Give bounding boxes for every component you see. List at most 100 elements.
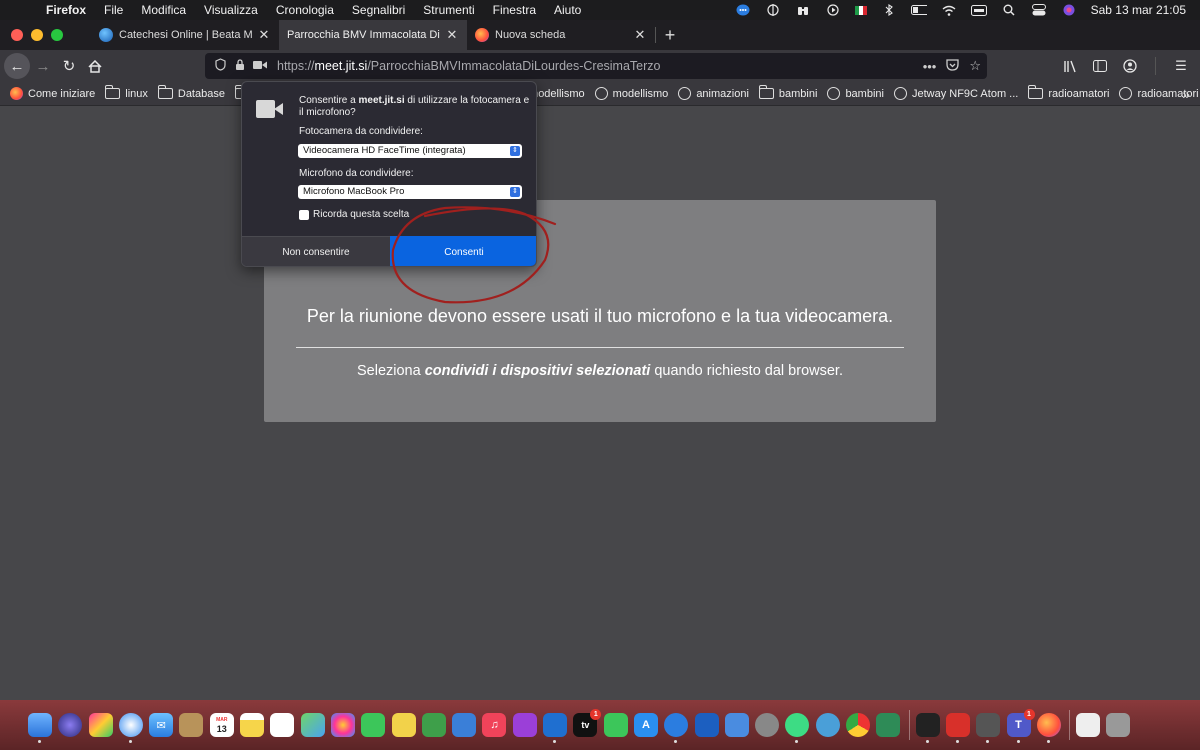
document-stack-icon[interactable] — [1076, 713, 1101, 737]
elephant-app-icon[interactable] — [815, 713, 840, 737]
wifi-icon[interactable] — [941, 4, 957, 16]
url-bar[interactable]: https://meet.jit.si/ParrocchiaBMVImmacol… — [205, 53, 987, 79]
tab-catechesi[interactable]: Catechesi Online | Beata Maria ✕ — [91, 20, 279, 50]
remember-checkbox[interactable] — [299, 209, 309, 220]
camera-permission-icon[interactable] — [251, 59, 269, 73]
menu-strumenti[interactable]: Strumenti — [423, 3, 474, 17]
camera-select[interactable]: Videocamera HD FaceTime (integrata) ⇕ — [298, 144, 522, 158]
siri-icon[interactable] — [58, 713, 83, 737]
menu-aiuto[interactable]: Aiuto — [554, 3, 581, 17]
menu-modifica[interactable]: Modifica — [141, 3, 186, 17]
bookmark-come-iniziare[interactable]: Come iniziare — [10, 87, 95, 100]
firefox-icon[interactable] — [1036, 713, 1061, 743]
back-button[interactable]: ← — [4, 53, 30, 79]
tunnel-app-icon[interactable] — [694, 713, 719, 737]
tab-close-icon[interactable]: ✕ — [445, 27, 459, 43]
maps-icon[interactable] — [300, 713, 325, 737]
tab-parrocchia[interactable]: Parrocchia BMV Immacolata Di ✕ — [279, 20, 467, 50]
bookmark-modellismo[interactable]: modellismo — [594, 87, 668, 100]
spotlight-search-icon[interactable] — [1001, 4, 1017, 16]
bookmark-animazioni[interactable]: animazioni — [678, 87, 749, 100]
menubar-datetime[interactable]: Sab 13 mar 21:05 — [1091, 3, 1186, 17]
numbers-icon[interactable] — [421, 713, 446, 737]
trash-icon[interactable] — [1106, 713, 1131, 737]
home-button[interactable] — [82, 53, 108, 79]
bookmark-folder-linux[interactable]: linux — [105, 85, 148, 100]
terminal-icon[interactable] — [915, 713, 940, 743]
bookmark-folder-radioamatori[interactable]: radioamatori — [1028, 85, 1109, 100]
podcasts-icon[interactable] — [512, 713, 537, 737]
bookmark-jetway[interactable]: Jetway NF9C Atom ... — [893, 87, 1018, 100]
menu-cronologia[interactable]: Cronologia — [276, 3, 334, 17]
tab-nuova-scheda[interactable]: Nuova scheda ✕ — [467, 20, 655, 50]
bookmark-bambini[interactable]: bambini — [827, 87, 884, 100]
italian-flag-icon[interactable] — [854, 5, 867, 15]
mail-icon[interactable]: ✉ — [149, 713, 174, 737]
teams-icon[interactable]: T1 — [1006, 709, 1035, 743]
android-studio-icon[interactable] — [785, 713, 810, 743]
reminders-icon[interactable] — [270, 713, 295, 737]
zoom-window-button[interactable] — [51, 29, 63, 41]
bookmarks-overflow-chevron-icon[interactable]: » — [1182, 86, 1190, 102]
microphone-select[interactable]: Microfono MacBook Pro ⇕ — [298, 185, 522, 199]
messages-icon[interactable] — [603, 713, 628, 737]
calendar-icon[interactable]: MAR 13 — [209, 713, 234, 737]
menu-visualizza[interactable]: Visualizza — [204, 3, 258, 17]
minimize-window-button[interactable] — [31, 29, 43, 41]
url-prefix: https:// — [277, 59, 315, 73]
calculator-icon[interactable] — [976, 713, 1001, 743]
facetime-icon[interactable] — [361, 713, 386, 737]
toolbar-right: ☰ — [1059, 50, 1200, 82]
bookmark-folder-database[interactable]: Database — [157, 85, 225, 100]
menu-file[interactable]: File — [104, 3, 123, 17]
acrobat-icon[interactable] — [945, 713, 970, 743]
tab-close-icon[interactable]: ✕ — [633, 27, 647, 43]
finder-icon[interactable] — [28, 713, 52, 743]
tab-close-icon[interactable]: ✕ — [257, 27, 271, 43]
menu-segnalibri[interactable]: Segnalibri — [352, 3, 405, 17]
apple-tv-icon[interactable]: tv 1 — [573, 709, 602, 737]
keynote-icon[interactable] — [452, 713, 477, 737]
vpn-status-icon[interactable] — [765, 4, 781, 16]
hamburger-menu-icon[interactable]: ☰ — [1170, 53, 1192, 79]
vscode-icon[interactable] — [543, 713, 568, 743]
contacts-icon[interactable] — [179, 713, 204, 737]
deny-button[interactable]: Non consentire — [242, 236, 390, 266]
safari-icon[interactable] — [118, 713, 143, 743]
binoculars-icon[interactable] — [795, 4, 811, 16]
music-icon[interactable]: ♫ — [482, 713, 507, 737]
control-center-icon[interactable] — [1031, 4, 1047, 16]
play-circle-icon[interactable] — [825, 4, 841, 16]
shield-app-icon[interactable] — [876, 713, 901, 737]
bookmark-star-icon[interactable]: ☆ — [969, 58, 981, 74]
siri-icon[interactable] — [1061, 4, 1077, 16]
account-icon[interactable] — [1119, 53, 1141, 79]
tracking-protection-shield-icon[interactable] — [211, 58, 229, 74]
bookmark-label: linux — [125, 87, 148, 100]
battery-icon[interactable] — [910, 4, 927, 16]
chat-status-icon[interactable] — [735, 4, 751, 16]
close-window-button[interactable] — [11, 29, 23, 41]
photos-icon[interactable] — [330, 713, 355, 737]
menu-finestra[interactable]: Finestra — [493, 3, 536, 17]
keyboard-icon[interactable] — [970, 4, 987, 16]
app-store-icon[interactable]: A — [633, 713, 658, 737]
new-tab-button[interactable]: + — [656, 25, 684, 46]
xcode-icon[interactable] — [724, 713, 749, 737]
library-icon[interactable] — [1059, 53, 1081, 79]
bluetooth-icon[interactable] — [881, 4, 897, 16]
chrome-icon[interactable] — [846, 713, 871, 737]
sidebar-toggle-icon[interactable] — [1089, 53, 1111, 79]
launchpad-icon[interactable] — [88, 713, 113, 737]
chat-app-icon[interactable] — [664, 713, 689, 743]
page-actions-menu-icon[interactable]: ••• — [923, 59, 937, 74]
notes-icon[interactable] — [240, 713, 265, 737]
reload-button[interactable]: ↻ — [56, 53, 82, 79]
forward-button[interactable]: → — [30, 53, 56, 79]
pocket-icon[interactable] — [946, 58, 959, 74]
menu-app-name[interactable]: Firefox — [46, 3, 86, 17]
bookmark-folder-bambini[interactable]: bambini — [758, 85, 817, 100]
lock-icon[interactable] — [231, 58, 249, 74]
pages-icon[interactable] — [391, 713, 416, 737]
system-preferences-icon[interactable] — [755, 713, 780, 737]
